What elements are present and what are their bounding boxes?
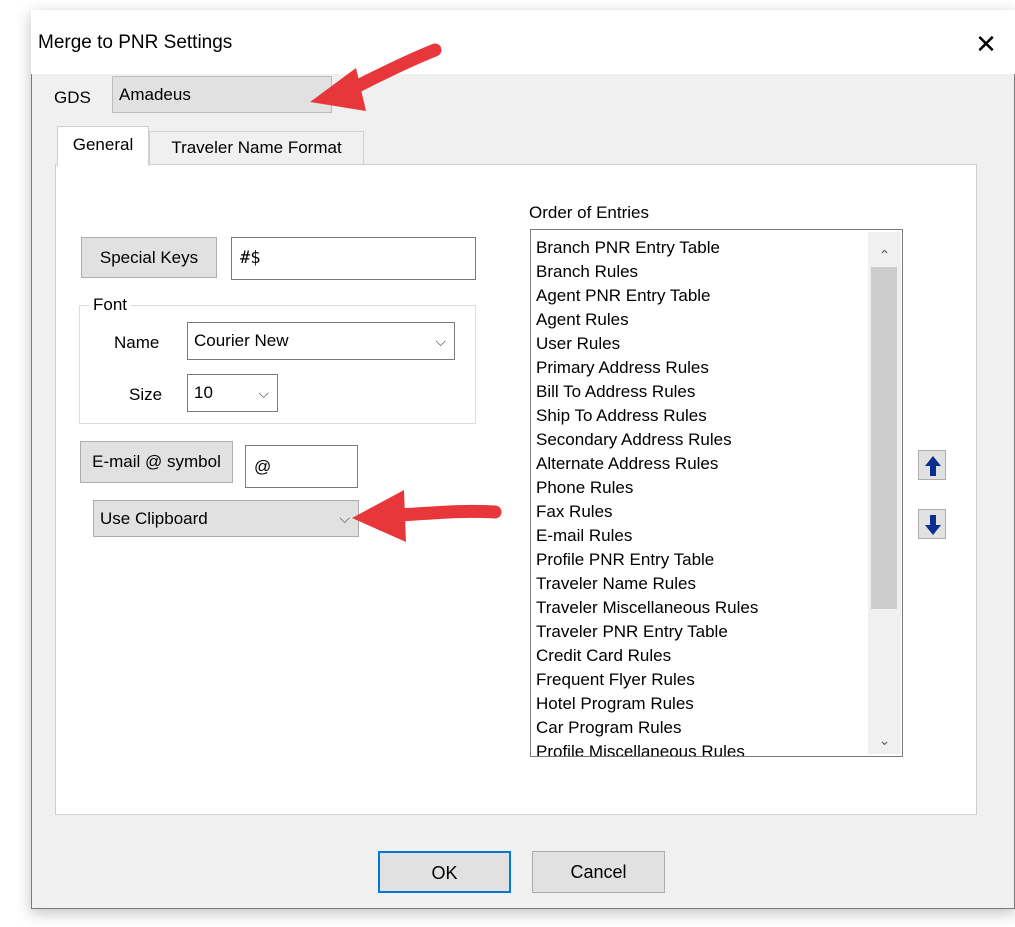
list-item[interactable]: Fax Rules — [536, 502, 613, 522]
tab-general[interactable]: General — [57, 126, 149, 166]
list-item[interactable]: Bill To Address Rules — [536, 382, 695, 402]
list-item[interactable]: Car Program Rules — [536, 718, 682, 738]
special-keys-button[interactable]: Special Keys — [81, 237, 217, 278]
list-scroll-thumb[interactable] — [871, 267, 897, 609]
list-item[interactable]: Hotel Program Rules — [536, 694, 694, 714]
close-icon[interactable]: ✕ — [968, 26, 1004, 62]
cancel-button[interactable]: Cancel — [532, 851, 665, 893]
list-item[interactable]: Credit Card Rules — [536, 646, 671, 666]
scroll-up-chevron-icon[interactable]: ⌃ — [868, 240, 901, 270]
font-size-value: 10 — [194, 383, 213, 402]
arrow-up-icon — [925, 456, 941, 476]
list-item[interactable]: Agent PNR Entry Table — [536, 286, 711, 306]
font-name-value: Courier New — [194, 331, 289, 350]
move-down-button[interactable] — [918, 509, 946, 539]
clipboard-mode-value: Use Clipboard — [100, 509, 208, 528]
list-item[interactable]: E-mail Rules — [536, 526, 632, 546]
list-item[interactable]: Alternate Address Rules — [536, 454, 718, 474]
clipboard-mode-select[interactable]: Use Clipboard ⌵ — [93, 500, 359, 537]
arrow-down-icon — [925, 515, 941, 535]
chevron-down-icon: ⌵ — [435, 333, 446, 349]
email-symbol-button[interactable]: E-mail @ symbol — [80, 441, 233, 483]
tab-traveler-name-format[interactable]: Traveler Name Format — [149, 131, 364, 165]
list-item[interactable]: Traveler Name Rules — [536, 574, 696, 594]
ok-button[interactable]: OK — [378, 851, 511, 893]
window-title: Merge to PNR Settings — [38, 32, 233, 53]
list-item[interactable]: Frequent Flyer Rules — [536, 670, 695, 690]
list-item[interactable]: Traveler PNR Entry Table — [536, 622, 728, 642]
list-item[interactable]: Branch Rules — [536, 262, 638, 282]
special-keys-input[interactable]: #$ — [231, 237, 476, 280]
font-group-label: Font — [89, 295, 132, 315]
gds-label: GDS — [54, 88, 91, 107]
gds-select-value: Amadeus — [119, 85, 191, 104]
red-annotation-arrow-icon — [352, 490, 502, 542]
red-annotation-arrow-icon — [310, 43, 442, 111]
list-item[interactable]: Profile PNR Entry Table — [536, 550, 714, 570]
order-of-entries-label: Order of Entries — [529, 203, 649, 222]
scroll-down-chevron-icon[interactable]: ⌄ — [868, 725, 901, 755]
order-of-entries-list[interactable]: Branch PNR Entry Table Branch Rules Agent … — [530, 229, 903, 757]
chevron-down-icon: ⌵ — [258, 385, 269, 401]
font-name-label: Name — [114, 333, 160, 352]
font-size-label: Size — [129, 385, 163, 404]
list-item[interactable]: Branch PNR Entry Table — [536, 238, 720, 258]
list-item[interactable]: Agent Rules — [536, 310, 629, 330]
move-up-button[interactable] — [918, 450, 946, 480]
list-item[interactable]: Profile Miscellaneous Rules — [536, 742, 745, 756]
font-name-select[interactable]: Courier New ⌵ — [187, 322, 455, 360]
list-item[interactable]: User Rules — [536, 334, 620, 354]
font-size-select[interactable]: 10 ⌵ — [187, 374, 278, 412]
list-item[interactable]: Phone Rules — [536, 478, 633, 498]
list-item[interactable]: Traveler Miscellaneous Rules — [536, 598, 758, 618]
list-item[interactable]: Primary Address Rules — [536, 358, 709, 378]
list-item[interactable]: Ship To Address Rules — [536, 406, 707, 426]
list-item[interactable]: Secondary Address Rules — [536, 430, 732, 450]
